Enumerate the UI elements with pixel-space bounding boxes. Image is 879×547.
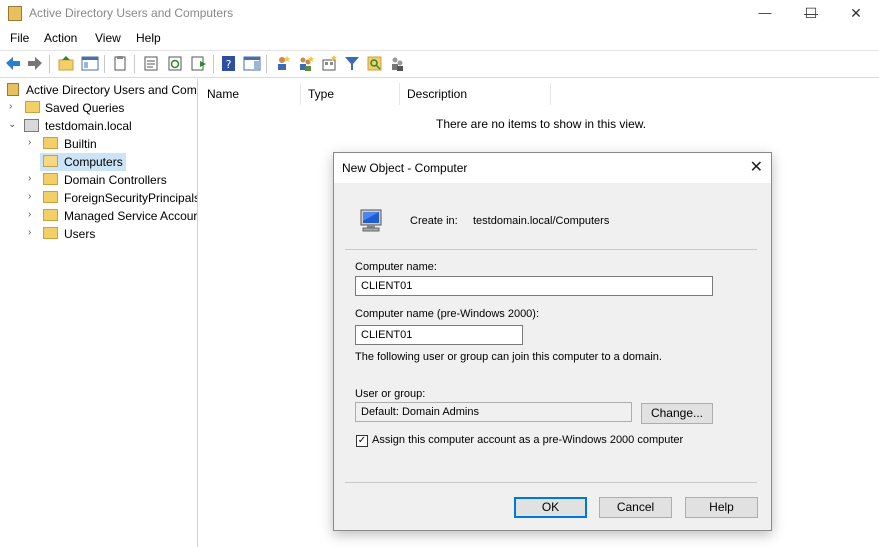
create-in-label: Create in: xyxy=(410,215,458,227)
dialog-title-bar: New Object - Computer ✕ xyxy=(334,153,771,183)
tree-item-users[interactable]: › Users xyxy=(0,225,197,243)
tree-root-label: Active Directory Users and Com xyxy=(26,83,197,97)
menu-action[interactable]: Action xyxy=(44,31,77,45)
chevron-right-icon[interactable]: › xyxy=(28,138,38,148)
new-user-icon[interactable] xyxy=(274,55,292,72)
title-bar: Active Directory Users and Computers — —… xyxy=(0,0,879,26)
folder-open-icon xyxy=(43,155,58,167)
pre-windows-2000-name-input[interactable]: CLIENT01 xyxy=(355,325,523,345)
chevron-right-icon[interactable]: › xyxy=(28,210,38,220)
tree-item-saved-queries[interactable]: › Saved Queries xyxy=(0,99,197,117)
ou-folder-icon xyxy=(43,173,58,185)
column-header-name[interactable]: Name xyxy=(200,83,301,105)
tree-item-computers[interactable]: Computers xyxy=(40,153,126,171)
menu-bar: File Action View Help xyxy=(0,28,879,48)
tree-item-managed-service-accounts[interactable]: › Managed Service Accour xyxy=(0,207,197,225)
menu-help[interactable]: Help xyxy=(136,31,161,45)
tree-item-label: Users xyxy=(64,227,96,241)
tree-item-label: Managed Service Accour xyxy=(64,209,198,223)
find-icon[interactable] xyxy=(366,55,384,72)
tree-item-builtin[interactable]: › Builtin xyxy=(0,135,197,153)
refresh-icon[interactable] xyxy=(166,55,184,72)
user-or-group-label: User or group: xyxy=(355,388,426,400)
dialog-close-icon[interactable]: ✕ xyxy=(750,157,763,177)
properties-icon[interactable] xyxy=(142,55,160,72)
new-ou-icon[interactable] xyxy=(320,55,338,72)
tree-item-label: testdomain.local xyxy=(45,119,132,133)
column-header-description[interactable]: Description xyxy=(400,83,551,105)
export-list-icon[interactable] xyxy=(190,55,208,72)
create-in-path: testdomain.local/Computers xyxy=(473,215,610,227)
folder-icon xyxy=(43,191,58,203)
pre-windows-2000-checkbox[interactable]: ✓ xyxy=(356,435,368,447)
computer-icon xyxy=(360,209,382,232)
join-domain-note: The following user or group can join thi… xyxy=(355,351,662,363)
divider xyxy=(345,482,757,483)
forward-arrow-icon[interactable] xyxy=(26,55,44,72)
console-tree: Active Directory Users and Com › Saved Q… xyxy=(0,79,198,547)
toolbar: ? xyxy=(0,50,879,78)
filter-icon[interactable] xyxy=(343,55,361,72)
user-or-group-field: Default: Domain Admins xyxy=(355,402,632,422)
pre-windows-2000-name-label: Computer name (pre-Windows 2000): xyxy=(355,308,540,320)
folder-icon xyxy=(43,227,58,239)
tree-item-label: Saved Queries xyxy=(45,101,125,115)
tree-item-label: Builtin xyxy=(64,137,97,151)
tree-root[interactable]: Active Directory Users and Com xyxy=(0,81,197,99)
change-button[interactable]: Change... xyxy=(641,403,713,424)
svg-text:?: ? xyxy=(226,58,232,71)
dialog-title: New Object - Computer xyxy=(342,161,468,175)
menu-file[interactable]: File xyxy=(10,31,29,45)
chevron-down-icon[interactable]: ⌄ xyxy=(8,120,18,130)
chevron-right-icon[interactable]: › xyxy=(28,192,38,202)
ad-app-icon xyxy=(8,6,22,21)
up-folder-icon[interactable] xyxy=(57,55,75,72)
maximize-button[interactable]: ☐ xyxy=(788,0,834,26)
cancel-button[interactable]: Cancel xyxy=(599,497,672,518)
folder-icon xyxy=(25,101,40,113)
tree-item-label: Domain Controllers xyxy=(64,173,167,187)
folder-icon xyxy=(43,137,58,149)
domain-icon xyxy=(24,119,39,132)
new-object-computer-dialog: New Object - Computer ✕ Create in: testd… xyxy=(333,152,772,531)
pre-windows-2000-checkbox-label[interactable]: Assign this computer account as a pre-Wi… xyxy=(372,434,683,446)
divider xyxy=(345,249,757,250)
new-group-icon[interactable] xyxy=(297,55,315,72)
empty-list-message: There are no items to show in this view. xyxy=(436,117,647,131)
chevron-right-icon[interactable]: › xyxy=(28,174,38,184)
column-header-type[interactable]: Type xyxy=(301,83,400,105)
window-title: Active Directory Users and Computers xyxy=(29,6,234,20)
menu-view[interactable]: View xyxy=(95,31,121,45)
help-icon[interactable]: ? xyxy=(220,55,238,72)
action-pane-icon[interactable] xyxy=(243,55,261,72)
show-console-tree-icon[interactable] xyxy=(81,55,99,72)
tree-item-domain-controllers[interactable]: › Domain Controllers xyxy=(0,171,197,189)
tree-item-label: ForeignSecurityPrincipals xyxy=(64,191,198,205)
folder-icon xyxy=(43,209,58,221)
clipboard-icon[interactable] xyxy=(111,55,129,72)
tree-item-foreign-security-principals[interactable]: › ForeignSecurityPrincipals xyxy=(0,189,197,207)
back-arrow-icon[interactable] xyxy=(4,55,22,72)
add-to-group-icon[interactable] xyxy=(389,55,407,72)
tree-item-label: Computers xyxy=(64,155,123,169)
minimize-icon[interactable]: — xyxy=(742,0,788,26)
ok-button[interactable]: OK xyxy=(514,497,587,518)
close-button[interactable]: ✕ xyxy=(833,0,879,26)
help-button[interactable]: Help xyxy=(685,497,758,518)
tree-item-testdomain[interactable]: ⌄ testdomain.local xyxy=(0,117,197,135)
computer-name-label: Computer name: xyxy=(355,261,437,273)
chevron-right-icon[interactable]: › xyxy=(28,228,38,238)
chevron-right-icon[interactable]: › xyxy=(9,102,19,112)
ad-snapin-icon xyxy=(7,83,19,96)
computer-name-input[interactable]: CLIENT01 xyxy=(355,276,713,296)
